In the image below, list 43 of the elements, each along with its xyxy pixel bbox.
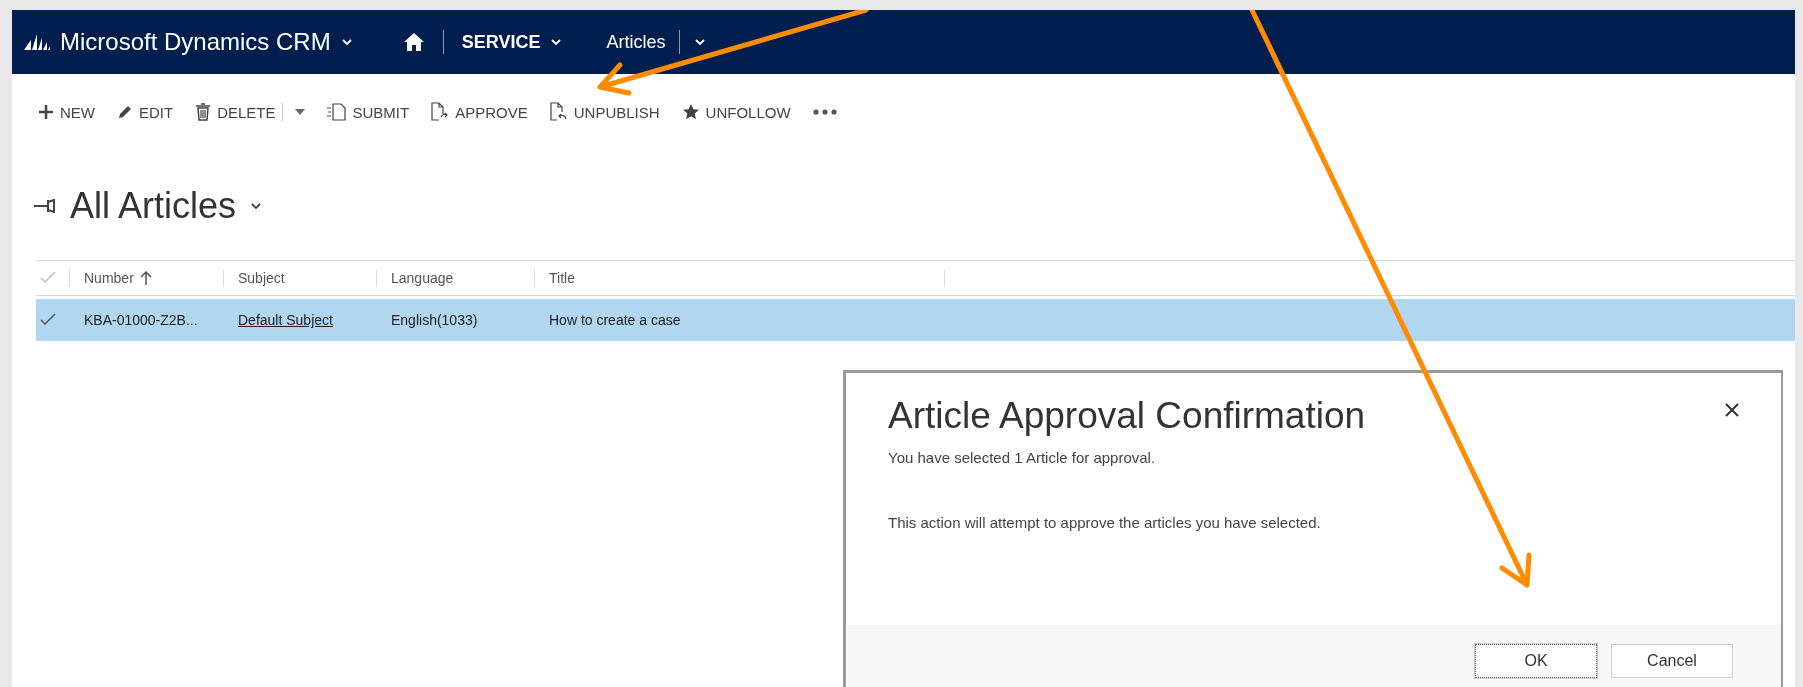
entity-link[interactable]: Articles xyxy=(606,31,666,53)
trash-icon xyxy=(195,103,212,121)
chevron-icon[interactable] xyxy=(250,200,263,212)
star-icon xyxy=(681,103,700,121)
document-undo-icon xyxy=(549,102,568,122)
app-title[interactable]: Microsoft Dynamics CRM xyxy=(60,28,331,56)
area-menu[interactable]: SERVICE xyxy=(461,31,541,53)
chevron-icon[interactable] xyxy=(694,36,707,48)
plus-icon xyxy=(38,104,54,120)
view-title[interactable]: All Articles xyxy=(70,185,237,227)
table-cell: English(1033) xyxy=(391,312,478,328)
column-header[interactable]: Title xyxy=(549,270,575,286)
pencil-icon xyxy=(117,104,133,120)
toolbar-button[interactable]: NEW xyxy=(38,103,95,121)
toolbar-button[interactable]: APPROVE xyxy=(431,102,528,122)
toolbar-button[interactable]: UNFOLLOW xyxy=(681,103,791,121)
dialog-title: Article Approval Confirmation xyxy=(888,395,1366,437)
home-icon[interactable] xyxy=(402,32,425,52)
column-header[interactable]: Number xyxy=(84,270,152,286)
toolbar-button[interactable]: SUBMIT xyxy=(326,103,410,121)
toolbar-button[interactable]: UNPUBLISH xyxy=(549,102,660,122)
dialog-text: This action will attempt to approve the articles you have selected. xyxy=(888,514,1322,531)
checkmark-icon[interactable] xyxy=(40,271,56,285)
toolbar-button[interactable]: DELETE xyxy=(195,103,276,121)
subject-link[interactable]: Default Subject xyxy=(238,312,333,328)
dialog-button[interactable]: OK xyxy=(1475,644,1597,678)
close-button[interactable] xyxy=(1725,403,1739,417)
pin-icon[interactable] xyxy=(34,199,56,213)
chevron-icon[interactable] xyxy=(550,36,563,48)
document-icon xyxy=(326,103,347,121)
column-header[interactable]: Subject xyxy=(238,270,285,286)
document-arrow-icon xyxy=(431,102,450,122)
more-icon[interactable] xyxy=(812,109,837,115)
toolbar-button[interactable]: EDIT xyxy=(117,103,174,121)
checkmark-icon[interactable] xyxy=(40,313,56,327)
column-header[interactable]: Language xyxy=(391,270,454,286)
table-cell: KBA-01000-Z2B... xyxy=(84,312,198,328)
dialog-button[interactable]: Cancel xyxy=(1611,644,1733,678)
dropdown-icon[interactable] xyxy=(294,109,305,115)
table-row[interactable]: KBA-01000-Z2B... Default Subject English(1033) How to create a case xyxy=(36,299,1795,341)
table-cell: How to create a case xyxy=(549,312,681,328)
chevron-icon[interactable] xyxy=(340,36,353,48)
dialog-text: You have selected 1 Article for approval. xyxy=(888,449,1157,466)
